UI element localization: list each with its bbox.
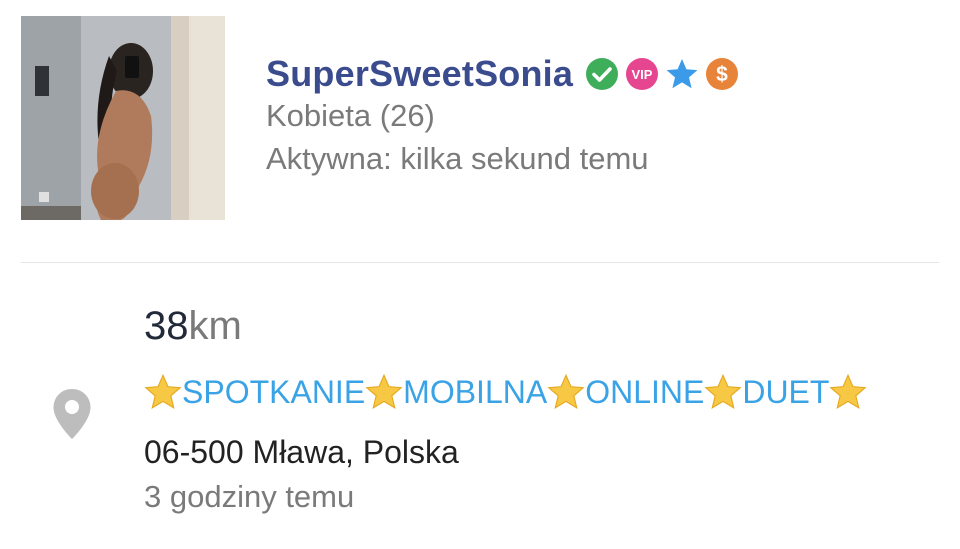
posted-time: 3 godziny temu xyxy=(144,479,355,514)
svg-text:VIP: VIP xyxy=(632,67,653,82)
distance-value: 38 xyxy=(144,304,189,348)
username[interactable]: SuperSweetSonia xyxy=(266,53,573,95)
tag-label: DUET xyxy=(742,373,830,410)
star-emoji-icon xyxy=(144,373,182,411)
profile-card: SuperSweetSonia VIP $ Kobieta (26) Aktyw… xyxy=(0,0,960,549)
activity-status: Aktywna: kilka sekund temu xyxy=(266,141,649,176)
divider xyxy=(21,262,939,263)
star-emoji-icon xyxy=(704,373,742,411)
distance: 38km xyxy=(144,302,242,350)
tag-label: SPOTKANIE xyxy=(182,373,366,410)
location-text: 06-500 Mława, Polska xyxy=(144,434,459,470)
tag-label: ONLINE xyxy=(585,373,705,410)
svg-text:$: $ xyxy=(716,63,728,86)
service-tags: SPOTKANIE MOBILNA ONLINE DUET xyxy=(144,370,868,414)
tag-label: MOBILNA xyxy=(403,373,548,410)
username-row: SuperSweetSonia VIP $ xyxy=(266,50,739,98)
profile-photo[interactable] xyxy=(21,16,225,220)
star-icon xyxy=(665,57,699,91)
star-emoji-icon xyxy=(829,373,868,411)
distance-unit: km xyxy=(188,304,242,348)
vip-badge-icon: VIP xyxy=(625,57,659,91)
map-pin-icon xyxy=(52,388,92,440)
star-emoji-icon xyxy=(547,373,585,411)
profile-photo-image xyxy=(21,16,225,220)
dollar-icon: $ xyxy=(705,57,739,91)
gender-age: Kobieta (26) xyxy=(266,98,435,133)
verified-check-icon xyxy=(585,57,619,91)
star-emoji-icon xyxy=(365,373,403,411)
